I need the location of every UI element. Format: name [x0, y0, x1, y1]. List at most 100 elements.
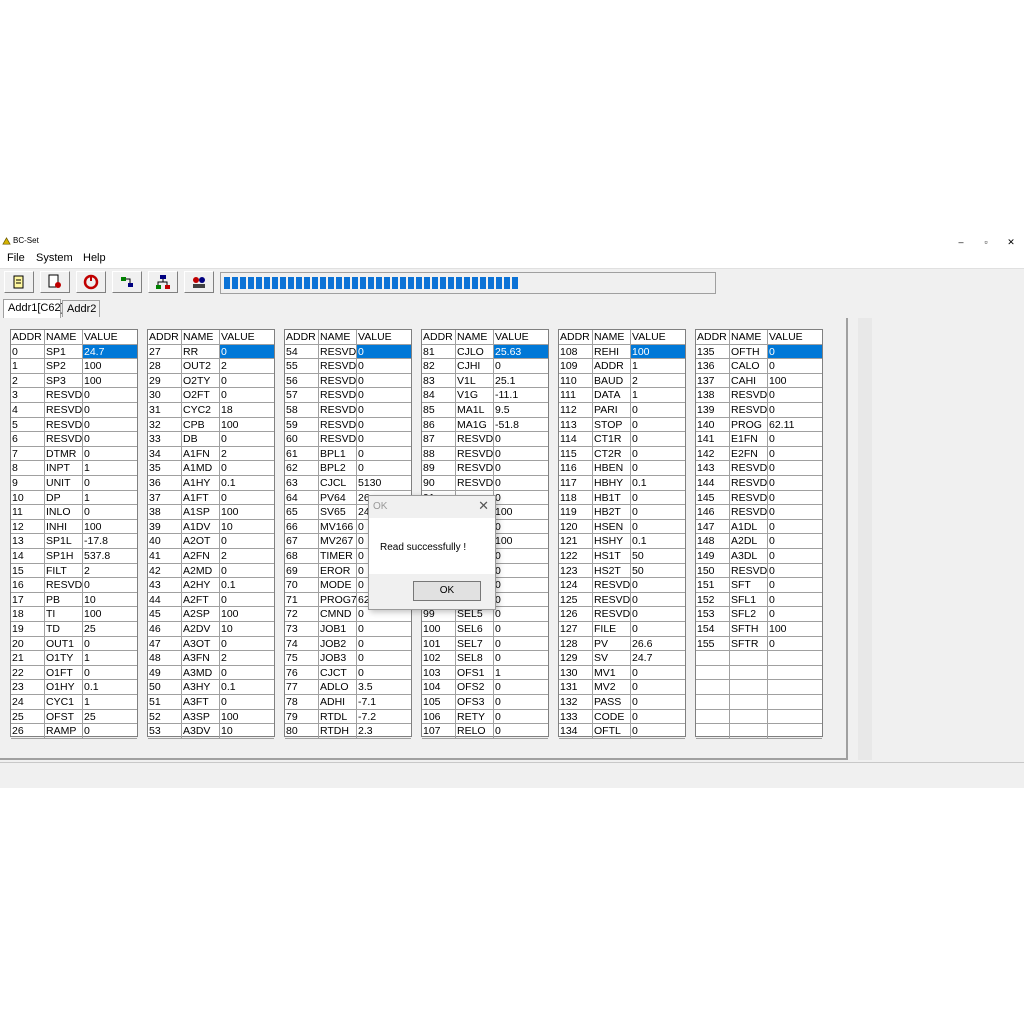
table-row[interactable]: 11 INLO 0 — [11, 505, 137, 520]
table-row[interactable]: 140 PROG 62.11 — [696, 417, 822, 433]
table-row[interactable]: 141 E1FN 0 — [696, 432, 822, 447]
value-cell[interactable]: 0 — [83, 637, 137, 651]
value-cell[interactable] — [768, 680, 822, 694]
table-row[interactable] — [696, 665, 822, 681]
table-row[interactable]: 155 SFTR 0 — [696, 636, 822, 652]
dialog-ok-button[interactable]: OK — [413, 581, 481, 601]
value-cell[interactable]: 0 — [631, 666, 685, 680]
value-cell[interactable]: 0 — [494, 637, 548, 651]
table-row[interactable]: 52 A3SP 100 — [148, 709, 274, 725]
value-cell[interactable]: 0 — [83, 447, 137, 461]
table-row[interactable]: 0 SP1 24.7 — [11, 344, 137, 360]
value-cell[interactable]: 0 — [768, 432, 822, 446]
table-row[interactable]: 144 RESVD 0 — [696, 476, 822, 491]
value-cell[interactable]: 0 — [494, 432, 548, 446]
menu-system[interactable]: System — [36, 252, 73, 264]
table-row[interactable]: 127 FILE 0 — [559, 622, 685, 637]
close-button[interactable]: ✕ — [1001, 235, 1021, 249]
value-cell[interactable]: 0 — [220, 666, 274, 680]
table-row[interactable]: 107 RELO 0 — [422, 724, 548, 739]
table-row[interactable]: 112 PARI 0 — [559, 403, 685, 418]
value-cell[interactable]: 0 — [631, 593, 685, 607]
value-cell[interactable]: 100 — [768, 622, 822, 636]
table-row[interactable]: 79 RTDL -7.2 — [285, 709, 411, 725]
column-header[interactable]: NAME — [593, 330, 631, 344]
value-cell[interactable]: 0 — [631, 607, 685, 621]
table-row[interactable]: 30 O2FT 0 — [148, 388, 274, 403]
table-row[interactable]: 87 RESVD 0 — [422, 432, 548, 447]
value-cell[interactable]: 2 — [631, 374, 685, 388]
table-row[interactable]: 148 A2DL 0 — [696, 534, 822, 549]
value-cell[interactable]: 0 — [220, 593, 274, 607]
table-row[interactable]: 134 OFTL 0 — [559, 724, 685, 739]
table-row[interactable]: 123 HS2T 50 — [559, 563, 685, 579]
value-cell[interactable]: 0 — [220, 695, 274, 709]
value-cell[interactable]: 0 — [494, 447, 548, 461]
table-row[interactable]: 43 A2HY 0.1 — [148, 578, 274, 593]
value-cell[interactable]: 1 — [631, 359, 685, 373]
column-header[interactable]: NAME — [182, 330, 220, 344]
table-row[interactable]: 56 RESVD 0 — [285, 373, 411, 389]
table-row[interactable]: 143 RESVD 0 — [696, 461, 822, 476]
table-row[interactable]: 115 CT2R 0 — [559, 446, 685, 462]
value-cell[interactable]: 0 — [357, 666, 411, 680]
value-cell[interactable]: 0 — [768, 534, 822, 548]
table-row[interactable]: 133 CODE 0 — [559, 709, 685, 725]
table-row[interactable]: 19 TD 25 — [11, 622, 137, 637]
table-row[interactable]: 13 SP1L -17.8 — [11, 534, 137, 549]
table-row[interactable]: 27 RR 0 — [148, 344, 274, 360]
table-row[interactable]: 117 HBHY 0.1 — [559, 476, 685, 491]
value-cell[interactable]: 0 — [768, 403, 822, 417]
table-row[interactable]: 81 CJLO 25.63 — [422, 344, 548, 360]
table-row[interactable]: 103 OFS1 1 — [422, 665, 548, 681]
value-cell[interactable]: 537.8 — [83, 549, 137, 563]
tab-addr1[interactable]: Addr1[C62] — [3, 299, 64, 318]
table-row[interactable]: 151 SFT 0 — [696, 578, 822, 593]
table-row[interactable]: 12 INHI 100 — [11, 519, 137, 535]
value-cell[interactable]: 0 — [494, 564, 548, 578]
minimize-button[interactable]: – — [951, 235, 971, 249]
table-row[interactable]: 89 RESVD 0 — [422, 461, 548, 476]
value-cell[interactable] — [768, 651, 822, 665]
value-cell[interactable]: 0 — [220, 637, 274, 651]
table-row[interactable]: 2 SP3 100 — [11, 373, 137, 389]
table-row[interactable] — [696, 680, 822, 695]
table-row[interactable]: 20 OUT1 0 — [11, 636, 137, 652]
download-button[interactable] — [148, 271, 178, 293]
value-cell[interactable]: 2 — [83, 564, 137, 578]
value-cell[interactable] — [768, 666, 822, 680]
value-cell[interactable]: 0 — [768, 491, 822, 505]
table-row[interactable]: 137 CAHI 100 — [696, 373, 822, 389]
column-header[interactable]: ADDR — [696, 330, 730, 344]
value-cell[interactable]: 100 — [83, 607, 137, 621]
table-row[interactable]: 14 SP1H 537.8 — [11, 549, 137, 564]
table-row[interactable]: 119 HB2T 0 — [559, 505, 685, 520]
table-row[interactable]: 150 RESVD 0 — [696, 563, 822, 579]
value-cell[interactable]: 100 — [83, 520, 137, 534]
table-row[interactable]: 37 A1FT 0 — [148, 490, 274, 506]
table-row[interactable]: 142 E2FN 0 — [696, 446, 822, 462]
value-cell[interactable] — [768, 710, 822, 724]
connect-button[interactable] — [184, 271, 214, 293]
table-row[interactable]: 18 TI 100 — [11, 607, 137, 622]
table-row[interactable]: 128 PV 26.6 — [559, 636, 685, 652]
value-cell[interactable]: 0 — [631, 432, 685, 446]
value-cell[interactable]: 0 — [83, 724, 137, 738]
table-row[interactable]: 9 UNIT 0 — [11, 476, 137, 491]
value-cell[interactable]: 0 — [494, 593, 548, 607]
menu-help[interactable]: Help — [83, 252, 106, 264]
table-row[interactable]: 41 A2FN 2 — [148, 549, 274, 564]
value-cell[interactable]: 0 — [631, 520, 685, 534]
maximize-button[interactable]: ▫ — [976, 235, 996, 249]
value-cell[interactable]: 0 — [768, 637, 822, 651]
table-row[interactable]: 84 V1G -11.1 — [422, 388, 548, 403]
table-row[interactable]: 145 RESVD 0 — [696, 490, 822, 506]
column-header[interactable]: ADDR — [422, 330, 456, 344]
value-cell[interactable]: 9.5 — [494, 403, 548, 417]
value-cell[interactable]: 0 — [631, 622, 685, 636]
column-header[interactable]: VALUE — [220, 330, 274, 344]
value-cell[interactable]: 2 — [220, 447, 274, 461]
value-cell[interactable]: 0.1 — [83, 680, 137, 694]
value-cell[interactable]: 0 — [494, 549, 548, 563]
table-row[interactable]: 76 CJCT 0 — [285, 665, 411, 681]
